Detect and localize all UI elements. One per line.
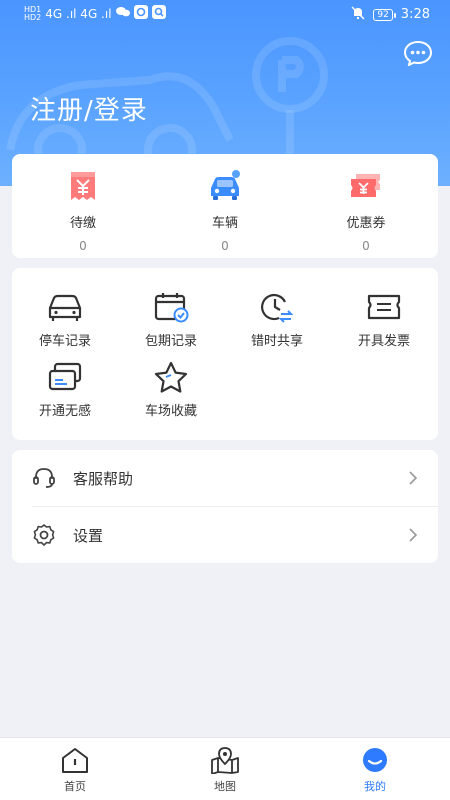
service-subscription-records[interactable]: 包期记录 — [121, 290, 221, 349]
invoice-icon — [364, 290, 404, 324]
tab-profile[interactable]: 我的 — [325, 746, 425, 794]
cards-icon — [45, 360, 85, 394]
car-icon — [205, 166, 245, 206]
star-icon — [151, 360, 191, 394]
service-issue-invoice[interactable]: 开具发票 — [334, 290, 434, 349]
status-bar: HD1 HD2 4G .ıl 4G .ıl 92 3:28 — [0, 0, 450, 28]
tab-label: 首页 — [64, 780, 86, 793]
calendar-check-icon — [151, 290, 191, 324]
stat-value: 0 — [221, 239, 229, 253]
home-icon — [60, 746, 90, 774]
service-favorite-lots[interactable]: 车场收藏 — [121, 360, 221, 419]
bill-icon — [63, 166, 103, 206]
gear-icon — [32, 523, 56, 547]
sim-indicator: HD1 HD2 — [24, 4, 42, 22]
bell-muted-icon — [351, 6, 365, 23]
service-label: 错时共享 — [250, 334, 303, 349]
menu-label: 客服帮助 — [73, 470, 134, 488]
stat-pending-payment[interactable]: 待缴 0 — [23, 166, 143, 253]
tab-label: 地图 — [214, 780, 236, 793]
service-label: 停车记录 — [38, 334, 91, 349]
clock-swap-icon — [257, 290, 297, 324]
service-label: 车场收藏 — [144, 404, 197, 419]
stat-label: 优惠券 — [346, 216, 386, 231]
chat-bubble-icon[interactable] — [403, 40, 433, 67]
stat-label: 待缴 — [69, 216, 96, 231]
login-register-link[interactable]: 注册/登录 — [30, 90, 148, 127]
service-offpeak-sharing[interactable]: 错时共享 — [227, 290, 327, 349]
stat-vehicles[interactable]: 车辆 0 — [165, 166, 285, 253]
signal-text: 4G .ıl 4G .ıl — [45, 6, 112, 21]
profile-icon — [360, 746, 390, 774]
service-label: 包期记录 — [144, 334, 197, 349]
coupon-icon — [346, 166, 386, 206]
stat-value: 0 — [362, 239, 370, 253]
menu-item-settings[interactable]: 设置 — [12, 507, 438, 563]
tab-home[interactable]: 首页 — [25, 746, 125, 794]
service-enable-contactless[interactable]: 开通无感 — [15, 360, 115, 419]
menu-label: 设置 — [73, 527, 104, 545]
map-pin-icon — [210, 746, 240, 775]
service-label: 开通无感 — [38, 404, 91, 419]
status-left: HD1 HD2 4G .ıl 4G .ıl — [24, 5, 166, 22]
headset-icon — [32, 466, 56, 490]
chevron-right-icon — [408, 470, 418, 486]
clock: 3:28 — [400, 7, 430, 22]
battery-indicator: 92 — [373, 8, 397, 21]
service-label: 开具发票 — [357, 334, 410, 349]
app-notification-icon — [133, 5, 148, 22]
wechat-icon — [115, 6, 130, 21]
tab-label: 我的 — [364, 780, 386, 793]
stat-coupons[interactable]: 优惠券 0 — [306, 166, 426, 253]
profile-screen: HD1 HD2 4G .ıl 4G .ıl 92 3:28 注册/登录 待缴 0… — [0, 0, 450, 800]
stat-label: 车辆 — [211, 216, 238, 231]
menu-item-customer-help[interactable]: 客服帮助 — [12, 450, 438, 507]
service-parking-records[interactable]: 停车记录 — [15, 290, 115, 349]
bottom-tab-bar: 首页 地图 我的 — [0, 737, 450, 800]
settings-menu-card: 客服帮助 设置 — [12, 450, 438, 563]
chevron-right-icon — [408, 527, 418, 543]
car-outline-icon — [45, 290, 85, 324]
stat-value: 0 — [79, 239, 87, 253]
search-app-icon — [151, 5, 166, 22]
services-grid-card: 停车记录 包期记录 错时共享 开具发票 开通无感 车场收藏 — [12, 268, 438, 440]
status-right: 92 3:28 — [351, 6, 430, 23]
tab-map[interactable]: 地图 — [175, 746, 275, 794]
account-stats-card: 待缴 0 车辆 0 优惠券 0 — [12, 154, 438, 258]
